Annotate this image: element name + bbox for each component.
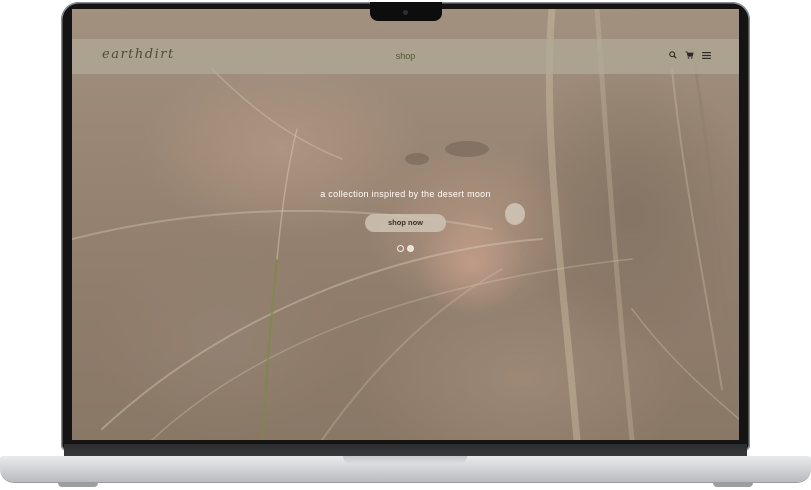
carousel-indicators: [72, 245, 739, 252]
camera-notch: [370, 2, 442, 21]
nav-icon-group: [669, 51, 711, 59]
trackpad-notch: [343, 456, 467, 464]
menu-icon[interactable]: [702, 51, 711, 59]
laptop-foot-left: [58, 483, 98, 487]
carousel-dot-1[interactable]: [397, 245, 404, 252]
hero-tagline: a collection inspired by the desert moon: [320, 189, 491, 199]
laptop-mockup: earthdirt shop a collection inspired by …: [0, 0, 811, 490]
website-screen: earthdirt shop a collection inspired by …: [72, 9, 739, 440]
nav-link-shop[interactable]: shop: [396, 51, 416, 61]
cart-icon[interactable]: [685, 51, 694, 59]
site-logo[interactable]: earthdirt: [102, 47, 175, 62]
shop-now-button[interactable]: shop now: [365, 214, 446, 232]
laptop-foot-right: [713, 483, 753, 487]
search-icon[interactable]: [669, 51, 677, 59]
carousel-dot-2[interactable]: [407, 245, 414, 252]
hero-content: a collection inspired by the desert moon…: [72, 184, 739, 252]
top-navigation-bar: earthdirt shop: [72, 39, 739, 74]
camera-icon: [403, 10, 408, 15]
